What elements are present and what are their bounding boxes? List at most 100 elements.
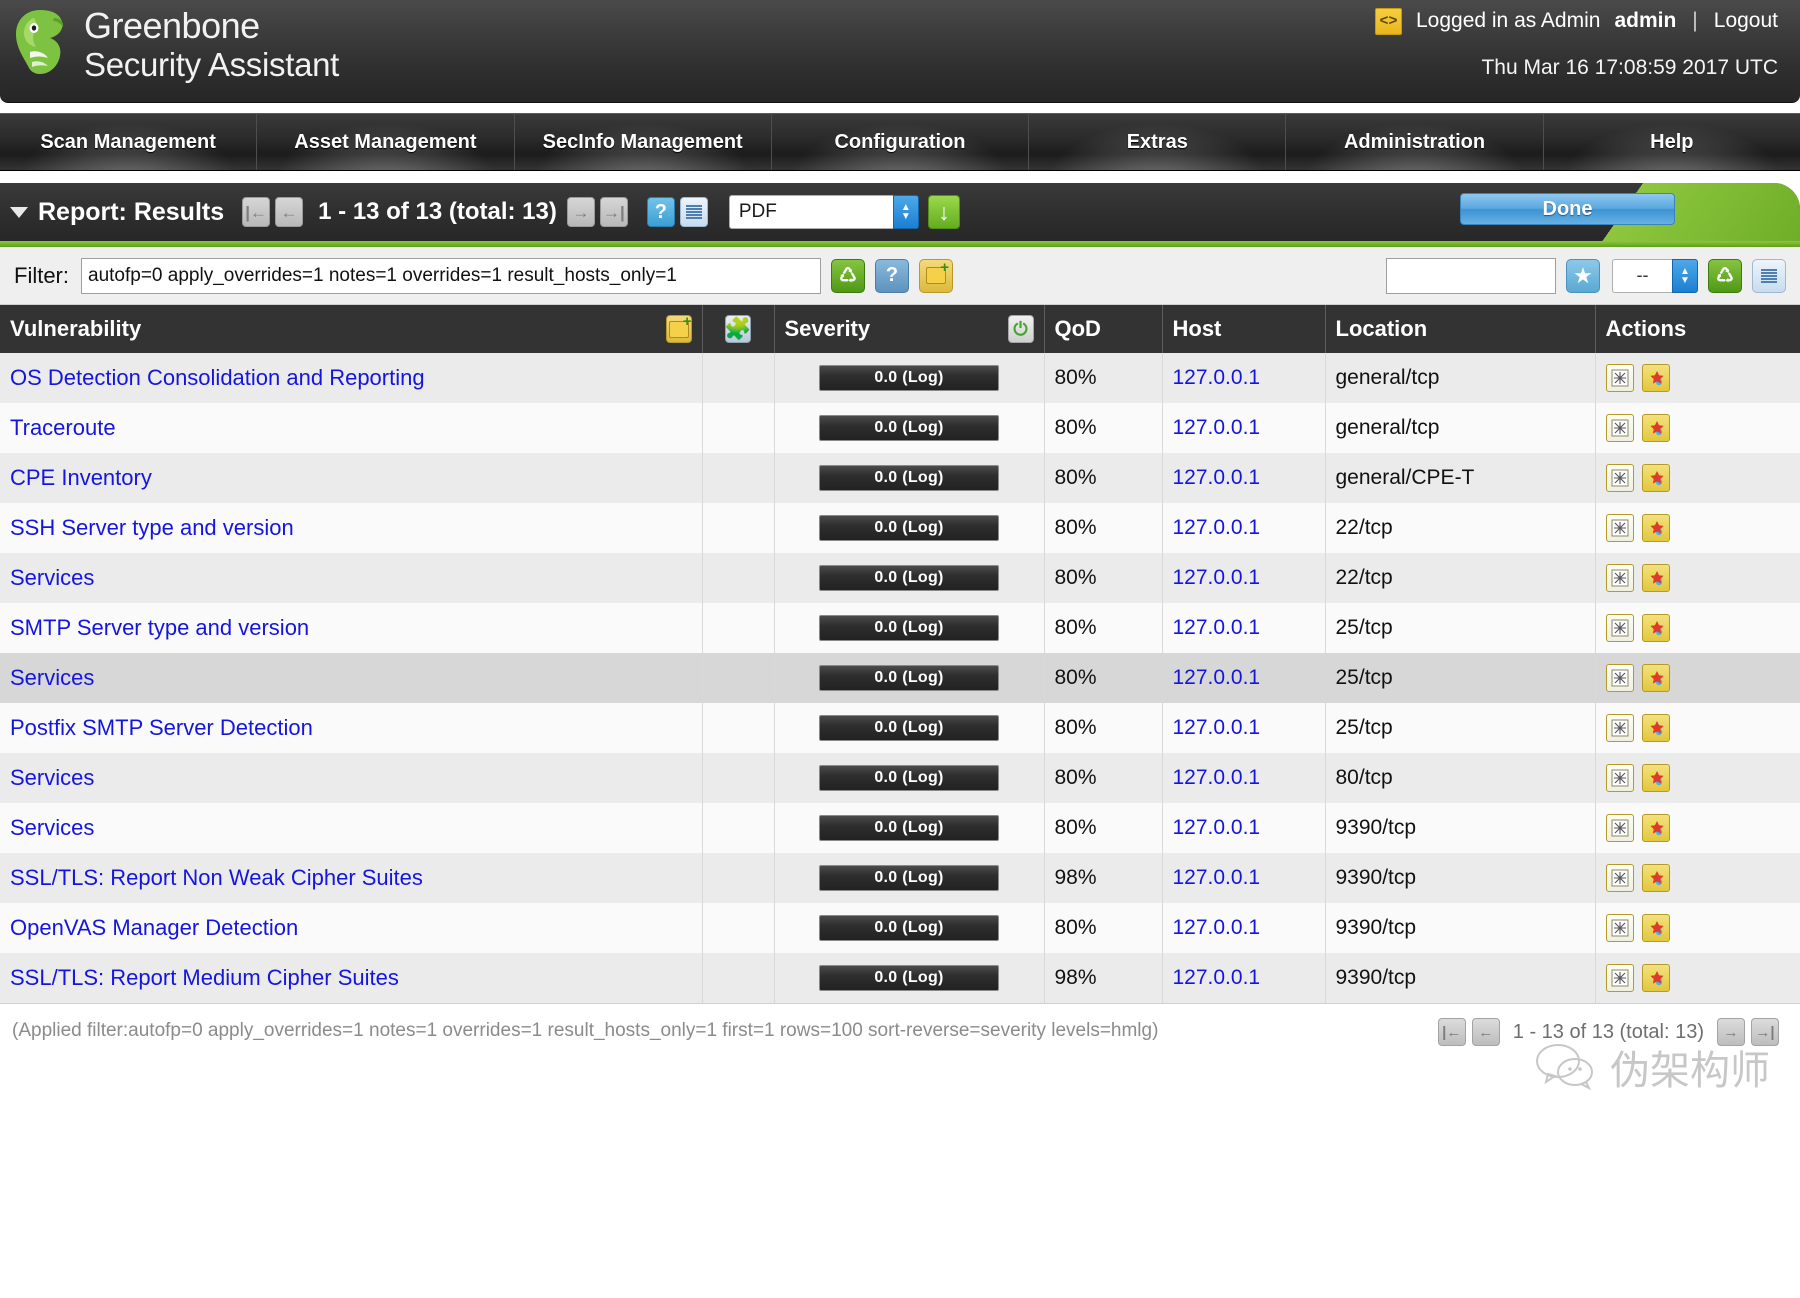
list-view-icon[interactable] (1752, 258, 1786, 293)
vulnerability-link[interactable]: OpenVAS Manager Detection (10, 915, 298, 940)
next-page-icon[interactable]: → (1717, 1018, 1745, 1046)
note-action-icon[interactable] (1605, 714, 1634, 742)
table-row[interactable]: SMTP Server type and version 0.0 (Log) 80%… (0, 603, 1800, 653)
vulnerability-link[interactable]: SSH Server type and version (10, 515, 294, 540)
nav-item-extras[interactable]: Extras (1029, 114, 1287, 170)
host-link[interactable]: 127.0.0.1 (1173, 416, 1261, 439)
override-action-icon[interactable] (1641, 814, 1670, 842)
export-format-select[interactable]: PDF ▲ ▼ (728, 195, 919, 229)
override-action-icon[interactable] (1641, 514, 1670, 542)
vulnerability-link[interactable]: SSL/TLS: Report Medium Cipher Suites (10, 965, 399, 990)
note-action-icon[interactable] (1605, 914, 1634, 942)
filter-name-input[interactable] (1386, 257, 1556, 294)
reload-icon[interactable]: ♺ (1708, 258, 1742, 293)
logout-link[interactable]: Logout (1714, 9, 1778, 33)
note-action-icon[interactable] (1605, 964, 1634, 992)
note-action-icon[interactable] (1605, 464, 1634, 492)
note-action-icon[interactable] (1605, 614, 1634, 642)
table-row[interactable]: CPE Inventory 0.0 (Log) 80% 127.0.0.1 genera… (0, 453, 1800, 503)
override-action-icon[interactable] (1641, 914, 1670, 942)
first-page-icon[interactable]: |← (242, 197, 271, 227)
code-brackets-icon[interactable]: <> (1374, 7, 1402, 35)
vulnerability-link[interactable]: CPE Inventory (10, 465, 152, 490)
nav-item-configuration[interactable]: Configuration (771, 114, 1030, 170)
column-header-vulnerability[interactable]: Vulnerability (0, 305, 703, 353)
star-favorite-icon[interactable]: ★ (1566, 258, 1600, 293)
host-link[interactable]: 127.0.0.1 (1173, 816, 1261, 839)
note-action-icon[interactable] (1605, 764, 1634, 792)
vulnerability-link[interactable]: Services (10, 815, 94, 840)
brand-logo[interactable]: Greenbone Security Assistant (10, 6, 339, 81)
power-severity-icon[interactable]: ⏻ (1007, 315, 1034, 343)
filter-input[interactable]: autofp=0 apply_overrides=1 notes=1 overr… (81, 257, 821, 294)
saved-filter-select[interactable]: -- ▲ ▼ (1612, 258, 1698, 293)
host-link[interactable]: 127.0.0.1 (1173, 566, 1261, 589)
override-action-icon[interactable] (1641, 564, 1670, 592)
host-link[interactable]: 127.0.0.1 (1173, 516, 1261, 539)
note-action-icon[interactable] (1605, 364, 1634, 392)
table-row[interactable]: Services 0.0 (Log) 80% 127.0.0.1 25/tcp (0, 653, 1800, 703)
column-header-host[interactable]: Host (1162, 305, 1326, 353)
done-button[interactable]: Done (1460, 193, 1675, 225)
note-action-icon[interactable] (1605, 564, 1634, 592)
override-action-icon[interactable] (1641, 714, 1670, 742)
host-link[interactable]: 127.0.0.1 (1173, 916, 1261, 939)
host-link[interactable]: 127.0.0.1 (1173, 666, 1261, 689)
table-row[interactable]: Services 0.0 (Log) 80% 127.0.0.1 22/tcp (0, 553, 1800, 603)
nav-item-help[interactable]: Help (1543, 114, 1800, 170)
table-row[interactable]: Postfix SMTP Server Detection 0.0 (Log) 80… (0, 703, 1800, 753)
override-action-icon[interactable] (1641, 364, 1670, 392)
vulnerability-link[interactable]: Postfix SMTP Server Detection (10, 715, 313, 740)
filter-help-icon[interactable]: ? (875, 258, 909, 293)
host-link[interactable]: 127.0.0.1 (1173, 616, 1261, 639)
host-link[interactable]: 127.0.0.1 (1173, 716, 1261, 739)
last-page-icon[interactable]: →| (599, 197, 628, 227)
last-page-icon[interactable]: →| (1751, 1018, 1779, 1046)
table-row[interactable]: Traceroute 0.0 (Log) 80% 127.0.0.1 general/t… (0, 403, 1800, 453)
override-action-icon[interactable] (1641, 864, 1670, 892)
new-note-folder-icon[interactable] (665, 313, 692, 343)
column-header-location[interactable]: Location (1325, 305, 1596, 353)
nav-item-scan-management[interactable]: Scan Management (0, 114, 258, 170)
note-action-icon[interactable] (1605, 814, 1634, 842)
previous-page-icon[interactable]: ← (275, 197, 304, 227)
override-action-icon[interactable] (1641, 764, 1670, 792)
host-link[interactable]: 127.0.0.1 (1173, 866, 1261, 889)
host-link[interactable]: 127.0.0.1 (1173, 766, 1261, 789)
chevron-updown-icon[interactable]: ▲ ▼ (892, 195, 919, 229)
vulnerability-link[interactable]: Traceroute (10, 415, 116, 440)
host-link[interactable]: 127.0.0.1 (1173, 466, 1261, 489)
note-action-icon[interactable] (1605, 864, 1634, 892)
next-page-icon[interactable]: → (566, 197, 595, 227)
vulnerability-link[interactable]: OS Detection Consolidation and Reporting (10, 365, 425, 390)
puzzle-piece-icon[interactable]: 🧩 (724, 315, 752, 343)
table-row[interactable]: Services 0.0 (Log) 80% 127.0.0.1 9390/tcp (0, 803, 1800, 853)
note-action-icon[interactable] (1605, 664, 1634, 692)
column-header-severity[interactable]: Severity ⏻ (774, 305, 1045, 353)
help-icon[interactable]: ? (646, 197, 675, 227)
table-row[interactable]: OpenVAS Manager Detection 0.0 (Log) 80% 127… (0, 903, 1800, 953)
new-filter-folder-icon[interactable] (919, 258, 953, 293)
override-action-icon[interactable] (1641, 664, 1670, 692)
vulnerability-link[interactable]: Services (10, 565, 94, 590)
override-action-icon[interactable] (1641, 414, 1670, 442)
nav-item-secinfo-management[interactable]: SecInfo Management (514, 114, 772, 170)
vulnerability-link[interactable]: Services (10, 765, 94, 790)
table-row[interactable]: SSL/TLS: Report Non Weak Cipher Suites 0.… (0, 853, 1800, 903)
override-action-icon[interactable] (1641, 964, 1670, 992)
previous-page-icon[interactable]: ← (1471, 1018, 1500, 1046)
table-row[interactable]: OS Detection Consolidation and Reporting… (0, 353, 1800, 403)
caret-down-icon[interactable] (10, 206, 28, 218)
override-action-icon[interactable] (1641, 614, 1670, 642)
table-row[interactable]: SSH Server type and version 0.0 (Log) 80% 1… (0, 503, 1800, 553)
first-page-icon[interactable]: |← (1437, 1018, 1466, 1046)
vulnerability-link[interactable]: SSL/TLS: Report Non Weak Cipher Suites (10, 865, 423, 890)
table-row[interactable]: SSL/TLS: Report Medium Cipher Suites 0.0 … (0, 953, 1800, 1003)
override-action-icon[interactable] (1641, 464, 1670, 492)
chevron-updown-icon[interactable]: ▲ ▼ (1672, 258, 1698, 293)
refresh-icon[interactable]: ♺ (831, 258, 865, 293)
nav-item-asset-management[interactable]: Asset Management (257, 114, 515, 170)
list-view-icon[interactable] (679, 197, 708, 227)
host-link[interactable]: 127.0.0.1 (1173, 966, 1261, 989)
nav-item-administration[interactable]: Administration (1286, 114, 1544, 170)
